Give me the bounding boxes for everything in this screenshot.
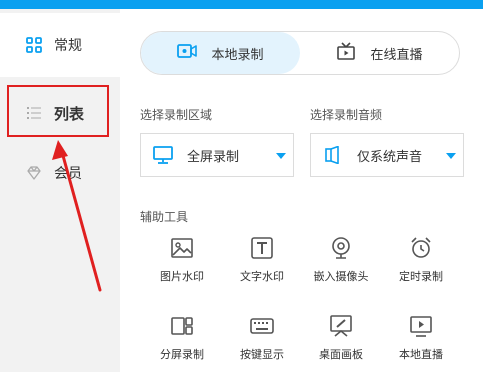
record-area-value: 全屏录制: [187, 149, 240, 165]
text-icon: [251, 237, 273, 259]
diamond-icon: [26, 165, 42, 181]
video-camera-icon: [177, 42, 198, 64]
sidebar-item-member[interactable]: 会员: [0, 141, 120, 205]
tool-embed-webcam[interactable]: 嵌入摄像头: [301, 236, 381, 284]
tool-local-live[interactable]: 本地直播: [381, 314, 461, 362]
record-area-label: 选择录制区域: [140, 108, 213, 122]
tool-desktop-drawing-board[interactable]: 桌面画板: [301, 314, 381, 362]
tab-label: 在线直播: [370, 47, 423, 63]
chevron-down-icon: [276, 153, 286, 159]
tab-local-record[interactable]: 本地录制: [141, 32, 300, 74]
keyboard-icon: [250, 318, 274, 334]
speaker-icon: [323, 145, 343, 165]
tool-label: 定时录制: [399, 270, 443, 283]
record-audio-value: 仅系统声音: [357, 149, 423, 165]
tool-label: 分屏录制: [160, 348, 204, 361]
annotation-highlight-box: [7, 85, 109, 137]
webcam-icon: [332, 237, 350, 259]
tool-scheduled-record[interactable]: 定时录制: [381, 236, 461, 284]
split-screen-icon: [171, 317, 193, 335]
chevron-down-icon: [446, 153, 456, 159]
alarm-clock-icon: [411, 237, 431, 258]
tv-icon: [336, 42, 356, 64]
record-audio-select[interactable]: 仅系统声音: [310, 133, 464, 177]
sidebar: 常规 列表 会员: [0, 9, 120, 372]
tool-key-display[interactable]: 按键显示: [222, 314, 302, 362]
tool-label: 按键显示: [240, 348, 284, 361]
tool-text-watermark[interactable]: 文字水印: [222, 236, 302, 284]
record-audio-label: 选择录制音频: [310, 108, 383, 122]
sidebar-item-label: 常规: [54, 38, 82, 54]
monitor-icon: [153, 146, 173, 164]
tab-online-live[interactable]: 在线直播: [300, 32, 459, 74]
record-mode-tabs: 本地录制 在线直播: [140, 31, 460, 75]
grid-icon: [26, 37, 42, 53]
tool-label: 文字水印: [240, 270, 284, 283]
tool-image-watermark[interactable]: 图片水印: [142, 236, 222, 284]
image-icon: [171, 238, 193, 258]
tool-label: 嵌入摄像头: [313, 270, 369, 283]
tool-split-screen[interactable]: 分屏录制: [142, 314, 222, 362]
sidebar-item-general[interactable]: 常规: [0, 13, 120, 77]
record-area-select[interactable]: 全屏录制: [140, 133, 294, 177]
drawing-board-icon: [330, 315, 352, 337]
top-accent-bar: [0, 0, 483, 9]
tools-section-label: 辅助工具: [140, 210, 189, 224]
tool-label: 桌面画板: [319, 348, 363, 361]
sidebar-item-label: 会员: [54, 166, 82, 182]
tool-label: 图片水印: [160, 270, 204, 283]
local-live-icon: [410, 316, 432, 337]
tool-label: 本地直播: [399, 348, 443, 361]
tab-label: 本地录制: [211, 47, 264, 63]
